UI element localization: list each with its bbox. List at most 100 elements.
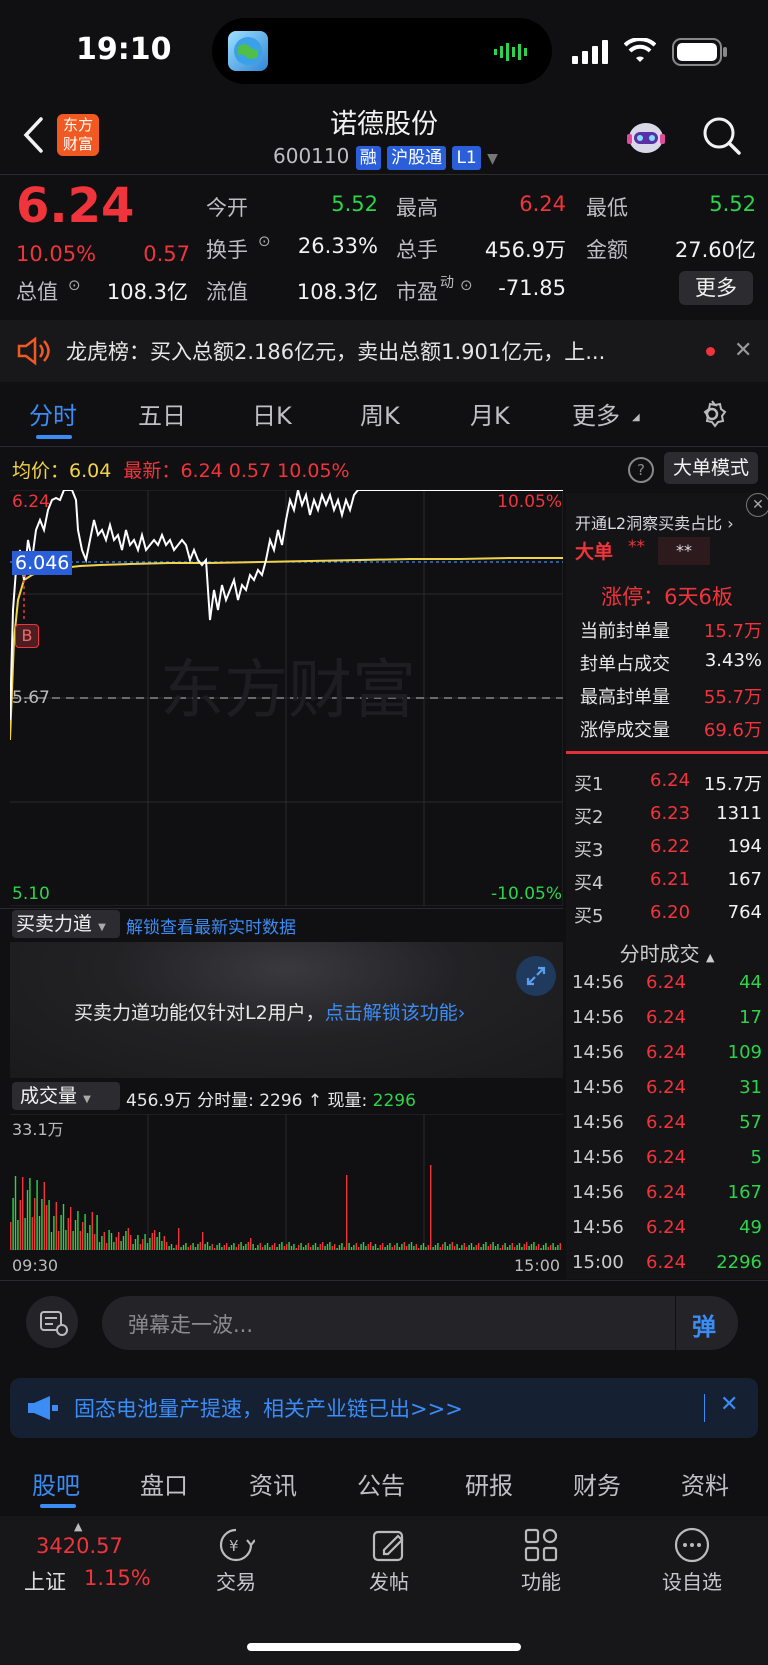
comment-input[interactable]: 弹幕走一波... 弹	[102, 1296, 738, 1350]
volume-bar	[34, 1198, 36, 1250]
volume-bar	[338, 1245, 341, 1250]
volume-chart[interactable]	[10, 1113, 563, 1251]
open-value: 5.52	[331, 192, 378, 216]
volume-bar	[420, 1245, 422, 1250]
bid-row: 买3 6.22 194	[572, 836, 762, 866]
volume-bar	[499, 1248, 501, 1250]
volume-bar	[547, 1247, 549, 1250]
l2-promo-link[interactable]: 开通L2洞察买卖占比 ›	[575, 510, 734, 534]
volume-bar	[278, 1244, 281, 1250]
trade-nav-icon[interactable]: ¥	[217, 1526, 256, 1568]
volume-bar	[98, 1242, 101, 1250]
tab-profile[interactable]: 资料	[681, 1466, 729, 1501]
buy-marker[interactable]: B	[15, 624, 39, 648]
robot-assistant-icon[interactable]	[624, 116, 668, 162]
expand-icon[interactable]	[516, 956, 556, 996]
trade-volume: 2296	[716, 1252, 762, 1273]
trade-price: 6.24	[646, 972, 687, 993]
index-name: 上证	[24, 1570, 66, 1594]
tab-research[interactable]: 研报	[465, 1466, 513, 1501]
volume-bar	[288, 1242, 290, 1250]
tab-intraday[interactable]: 分时	[29, 396, 77, 431]
force-dropdown[interactable]: 买卖力道 ▼	[12, 910, 120, 938]
side-panel-close-icon[interactable]: ✕	[746, 493, 768, 517]
ad-close-icon[interactable]: ✕	[720, 1392, 738, 1417]
info-circle-icon[interactable]: ⊙	[258, 232, 271, 250]
volume-current: 2296	[372, 1091, 416, 1111]
notice-bar[interactable]: 龙虎榜：买入总额2.186亿元，卖出总额1.901亿元，上... ✕	[0, 320, 768, 382]
bid-label: 买2	[574, 807, 604, 828]
danmaku-icon-text: 弹	[692, 1313, 716, 1341]
big-order-value: **	[628, 537, 645, 557]
volume-bar	[125, 1231, 127, 1250]
volume-bar	[209, 1246, 211, 1250]
trades-title[interactable]: 分时成交 ▲	[566, 938, 768, 967]
intraday-chart[interactable]: 东方财富	[9, 489, 564, 907]
volume-bar	[53, 1216, 55, 1250]
tab-month-k[interactable]: 月K	[470, 396, 510, 431]
chevron-right-icon: ›	[722, 514, 734, 533]
volume-end-time: 15:00	[514, 1256, 561, 1275]
volume-bar	[233, 1243, 235, 1250]
volume-bar	[382, 1243, 384, 1250]
comment-list-icon[interactable]	[26, 1296, 78, 1348]
stock-code-row[interactable]: 600110 融 沪股通 L1 ▼	[273, 144, 498, 170]
stat-row: 涨停成交量 69.6万	[572, 716, 762, 746]
stat-label: 涨停成交量	[580, 720, 670, 741]
volume-bar	[386, 1245, 389, 1250]
tab-announcements[interactable]: 公告	[357, 1466, 405, 1501]
volume-bar	[398, 1247, 401, 1250]
badge-l1: L1	[452, 146, 481, 170]
svg-text:¥: ¥	[229, 1537, 239, 1555]
search-icon[interactable]	[702, 116, 742, 160]
volume-bar	[480, 1247, 482, 1250]
index-ticker[interactable]: ▲ 3420.57 上证 1.15%	[20, 1520, 160, 1600]
add-watchlist-nav-icon[interactable]	[673, 1526, 711, 1568]
volume-bar	[509, 1245, 511, 1250]
volume-dropdown[interactable]: 成交量 ▼	[12, 1082, 120, 1110]
volume-bar	[134, 1239, 137, 1250]
volume-bar	[264, 1245, 266, 1250]
big-order-mode-button[interactable]: 大单模式	[664, 452, 758, 484]
volume-bar	[238, 1244, 240, 1250]
audio-wave-icon	[494, 42, 534, 66]
tab-news[interactable]: 资讯	[249, 1466, 297, 1501]
tab-5day[interactable]: 五日	[138, 396, 186, 431]
help-icon[interactable]: ?	[628, 457, 654, 483]
close-icon[interactable]: ✕	[734, 338, 752, 363]
nav-add-watchlist[interactable]: 设自选	[647, 1566, 737, 1595]
dynamic-island	[212, 18, 552, 84]
volume-bar	[437, 1243, 439, 1250]
home-indicator	[247, 1643, 521, 1651]
signal-icon	[572, 40, 610, 68]
force-unlock-hint[interactable]: 解锁查看最新实时数据	[126, 913, 296, 938]
tab-finance[interactable]: 财务	[573, 1466, 621, 1501]
volume-dropdown-label: 成交量	[20, 1085, 78, 1107]
volume-bar	[360, 1244, 362, 1250]
unlock-link[interactable]: 点击解锁该功能	[325, 1002, 458, 1024]
nav-trade[interactable]: 交易	[191, 1566, 281, 1595]
nav-post[interactable]: 发帖	[344, 1566, 434, 1595]
tab-more[interactable]: 更多	[572, 396, 620, 431]
volume-bar	[283, 1246, 285, 1250]
tab-day-k[interactable]: 日K	[252, 396, 292, 431]
volume-bar	[24, 1218, 26, 1250]
nav-function[interactable]: 功能	[496, 1566, 586, 1595]
ad-banner[interactable]: 固态电池量产提速，相关产业链已出>>> ✕	[10, 1378, 758, 1438]
function-nav-icon[interactable]	[522, 1526, 560, 1568]
info-circle-icon[interactable]: ⊙	[68, 276, 81, 294]
current-price: 6.24	[16, 178, 135, 234]
stock-code: 600110	[273, 144, 350, 168]
tab-forum[interactable]: 股吧	[32, 1466, 80, 1501]
volume-bar	[425, 1247, 427, 1250]
info-circle-icon[interactable]: ⊙	[460, 276, 473, 294]
tab-week-k[interactable]: 周K	[360, 396, 400, 431]
gear-icon[interactable]	[697, 399, 727, 433]
more-button[interactable]: 更多	[679, 271, 753, 305]
tab-orderbook[interactable]: 盘口	[140, 1466, 188, 1501]
post-nav-icon[interactable]	[370, 1526, 408, 1568]
danmaku-send-button[interactable]: 弹	[675, 1296, 738, 1350]
volume-bar	[300, 1243, 302, 1250]
trade-time: 14:56	[572, 1147, 624, 1168]
volume-bar	[346, 1175, 348, 1250]
